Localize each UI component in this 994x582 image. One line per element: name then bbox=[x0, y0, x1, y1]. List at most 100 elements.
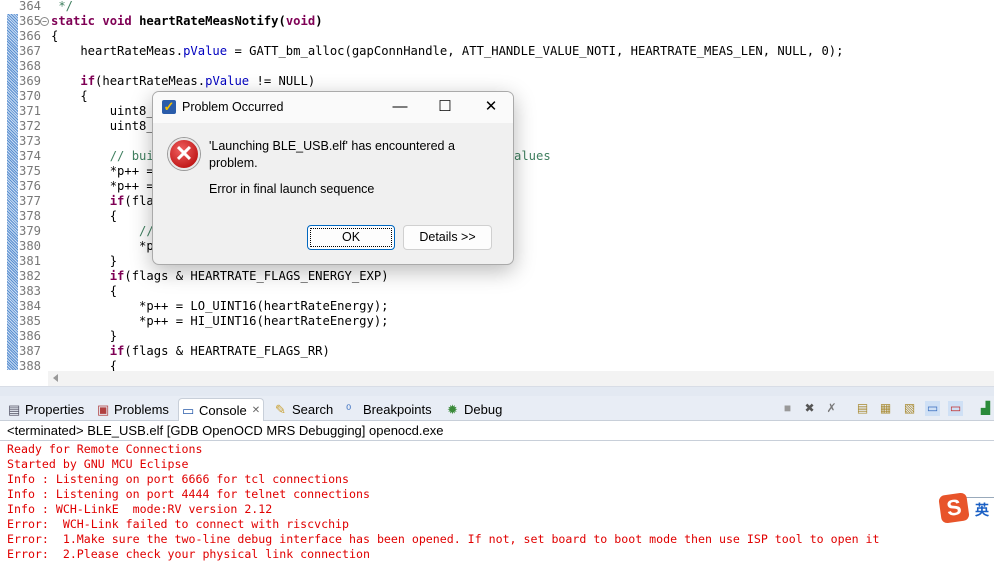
code-token: *p++ = bbox=[51, 179, 154, 193]
code-text: if(flags & HEARTRATE_FLAGS_ENERGY_EXP) bbox=[51, 269, 389, 284]
code-line[interactable]: 385 *p++ = HI_UINT16(heartRateEnergy); bbox=[0, 314, 994, 329]
tab-label: Breakpoints bbox=[363, 402, 432, 417]
code-token: { bbox=[51, 29, 59, 43]
code-line[interactable]: 369 if(heartRateMeas.pValue != NULL) bbox=[0, 74, 994, 89]
terminate-icon[interactable]: ■ bbox=[780, 401, 795, 416]
code-token: if bbox=[109, 194, 125, 208]
code-token: // buil bbox=[51, 149, 162, 163]
code-line[interactable]: 365− static void heartRateMeasNotify(void… bbox=[0, 14, 994, 29]
word-wrap-icon[interactable]: ▧ bbox=[902, 401, 917, 416]
line-number: 381 bbox=[19, 254, 42, 268]
code-line[interactable]: 364 */ bbox=[0, 0, 994, 14]
horizontal-scrollbar[interactable] bbox=[48, 371, 994, 386]
code-line[interactable]: 368 bbox=[0, 59, 994, 74]
search-icon: ✎ bbox=[275, 402, 286, 417]
dialog-title: Problem Occurred bbox=[182, 100, 284, 114]
console-line: Error: 2.Please check your physical link… bbox=[7, 547, 370, 561]
code-text: */ bbox=[51, 0, 73, 14]
ime-language-label[interactable]: 英 bbox=[975, 500, 989, 520]
show-on-output-icon[interactable]: ▭ bbox=[925, 401, 940, 416]
divider bbox=[0, 440, 994, 441]
console-line: Error: WCH-Link failed to connect with r… bbox=[7, 517, 350, 531]
code-token: != NULL) bbox=[249, 74, 316, 88]
tab-problems[interactable]: ▣ Problems bbox=[94, 398, 172, 421]
code-token: { bbox=[51, 209, 118, 223]
show-on-error-icon[interactable]: ▭ bbox=[948, 401, 963, 416]
code-text: { bbox=[51, 89, 87, 104]
divider bbox=[966, 497, 994, 498]
ok-button[interactable]: OK bbox=[307, 225, 395, 250]
line-number: 371 bbox=[19, 104, 42, 118]
line-number: 374 bbox=[19, 149, 42, 163]
line-number: 368 bbox=[19, 59, 42, 73]
close-button[interactable]: ✕ bbox=[477, 96, 505, 118]
console-header: <terminated> BLE_USB.elf [GDB OpenOCD MR… bbox=[7, 423, 444, 438]
scroll-left-icon[interactable] bbox=[53, 374, 58, 382]
code-text: } bbox=[51, 329, 117, 344]
code-token: void bbox=[285, 14, 316, 28]
code-line[interactable]: 387 if(flags & HEARTRATE_FLAGS_RR) bbox=[0, 344, 994, 359]
clear-console-icon[interactable]: ▤ bbox=[855, 401, 870, 416]
code-text: *p++ = LO_UINT16(heartRateEnergy); bbox=[51, 299, 389, 314]
tab-console[interactable]: ▭ Console ✕ bbox=[178, 398, 265, 421]
pin-console-icon[interactable]: ▟ bbox=[978, 401, 993, 416]
code-token: heartRateMeasNotify( bbox=[131, 14, 286, 28]
details-button[interactable]: Details >> bbox=[403, 225, 492, 250]
code-text: if(heartRateMeas.pValue != NULL) bbox=[51, 74, 315, 89]
code-token: *p++ = LO_UINT16(heartRateEnergy); bbox=[51, 299, 389, 313]
minimize-button[interactable]: — bbox=[386, 96, 414, 118]
fold-toggle-icon[interactable]: − bbox=[40, 17, 49, 26]
line-number: 378 bbox=[19, 209, 42, 223]
code-line[interactable]: 383 { bbox=[0, 284, 994, 299]
code-text: *p++ = bbox=[51, 164, 154, 179]
tab-label: Search bbox=[292, 402, 334, 417]
line-number: 367 bbox=[19, 44, 42, 58]
line-number: 370 bbox=[19, 89, 42, 103]
line-number: 364 bbox=[19, 0, 42, 13]
code-line[interactable]: 367 heartRateMeas.pValue = GATT_bm_alloc… bbox=[0, 44, 994, 59]
code-text: uint8_t bbox=[51, 104, 161, 119]
tab-label: Properties bbox=[25, 402, 85, 417]
code-token: (flags & HEARTRATE_FLAGS_RR) bbox=[124, 344, 330, 358]
code-line[interactable]: 382 if(flags & HEARTRATE_FLAGS_ENERGY_EX… bbox=[0, 269, 994, 284]
app-logo-icon: ✓ bbox=[162, 99, 176, 114]
tab-debug[interactable]: ✹ Debug bbox=[444, 398, 505, 421]
code-line[interactable]: 366 { bbox=[0, 29, 994, 44]
code-token: uint8_t bbox=[51, 119, 162, 133]
code-line[interactable]: 384 *p++ = LO_UINT16(heartRateEnergy); bbox=[0, 299, 994, 314]
code-text: *p++ = bbox=[51, 179, 154, 194]
code-text: { bbox=[51, 284, 117, 299]
code-text: *p- bbox=[51, 239, 161, 254]
remove-launch-icon[interactable]: ✖ bbox=[802, 401, 817, 416]
tab-label: Console bbox=[199, 402, 247, 418]
line-number: 366 bbox=[19, 29, 42, 43]
line-number: 377 bbox=[19, 194, 42, 208]
sogou-ime-icon[interactable]: S bbox=[938, 492, 970, 524]
line-number: 388 bbox=[19, 359, 42, 373]
tab-properties[interactable]: ▤ Properties bbox=[5, 398, 87, 421]
code-token: // bbox=[51, 224, 154, 238]
problem-dialog: ✓ Problem Occurred — ☐ ✕ ✕ 'Launching BL… bbox=[152, 91, 514, 265]
debug-icon: ✹ bbox=[447, 402, 458, 417]
code-token: void bbox=[102, 14, 132, 28]
console-line: Info : Listening on port 4444 for telnet… bbox=[7, 487, 370, 501]
dialog-title-bar[interactable]: ✓ Problem Occurred — ☐ ✕ bbox=[153, 92, 513, 123]
console-icon: ▭ bbox=[182, 402, 195, 418]
close-tab-icon[interactable]: ✕ bbox=[252, 405, 260, 416]
line-number: 379 bbox=[19, 224, 42, 238]
maximize-button[interactable]: ☐ bbox=[431, 96, 459, 118]
tab-breakpoints[interactable]: ⁰ Breakpoints bbox=[343, 398, 435, 421]
code-text: static void heartRateMeasNotify(void) bbox=[51, 14, 323, 29]
code-token: *p++ = HI_UINT16(heartRateEnergy); bbox=[51, 314, 389, 328]
code-token: uint8_t bbox=[51, 104, 162, 118]
tab-search[interactable]: ✎ Search bbox=[272, 398, 336, 421]
code-token: *p++ = bbox=[51, 164, 154, 178]
console-line: Started by GNU MCU Eclipse bbox=[7, 457, 189, 471]
line-number: 387 bbox=[19, 344, 42, 358]
scroll-lock-icon[interactable]: ▦ bbox=[878, 401, 893, 416]
code-line[interactable]: 386 } bbox=[0, 329, 994, 344]
remove-all-terminated-icon[interactable]: ✗ bbox=[824, 401, 839, 416]
